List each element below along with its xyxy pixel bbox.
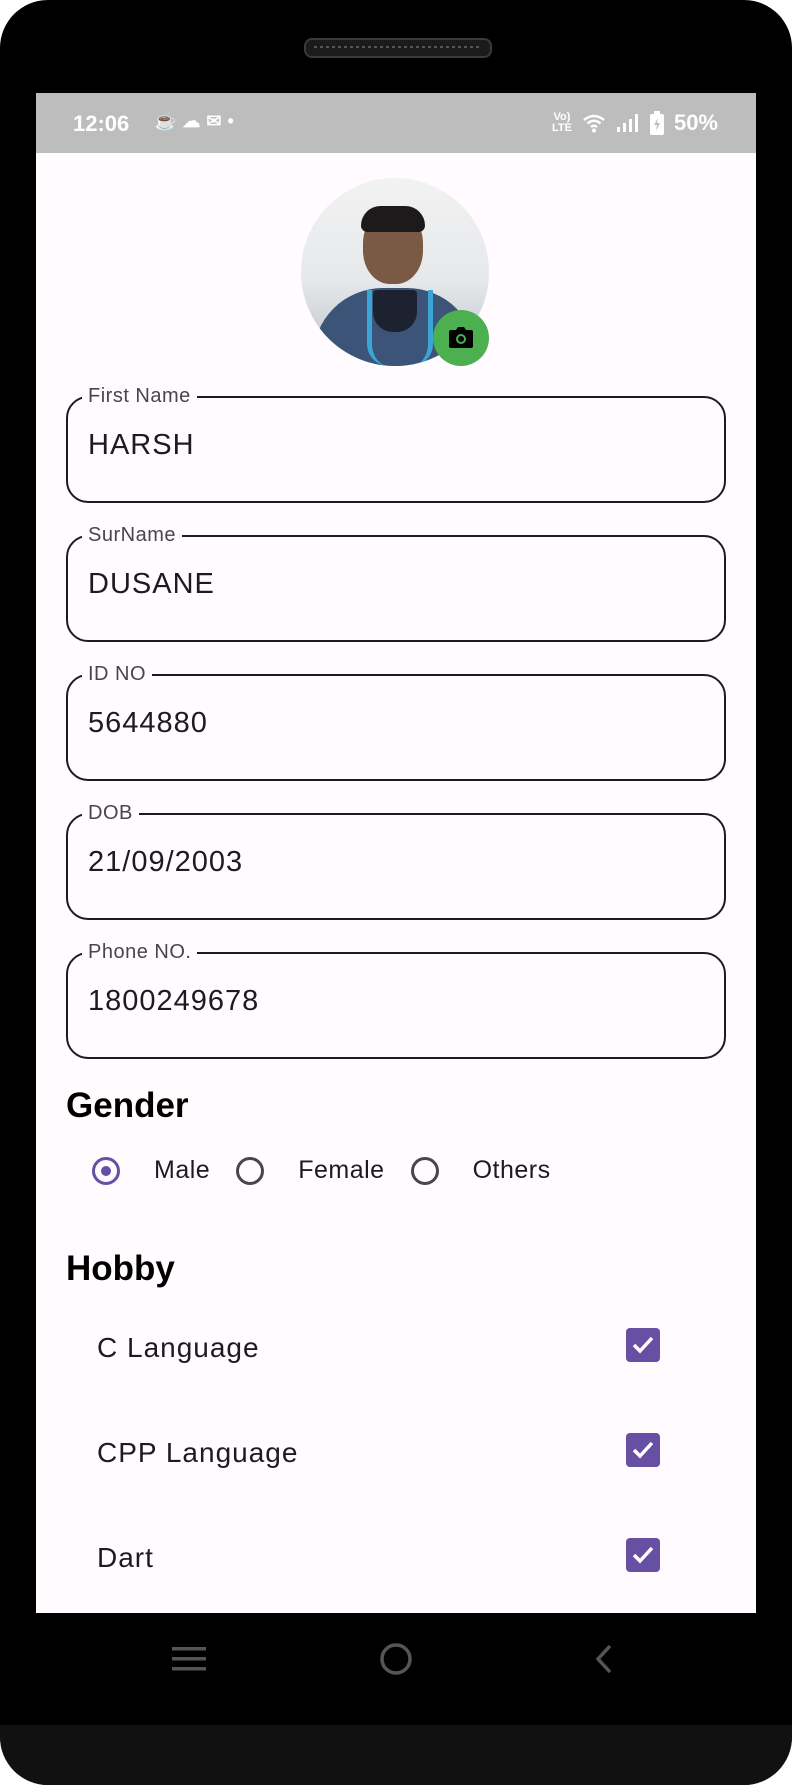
system-navigation-bar [0,1613,792,1703]
dob-label: DOB [88,802,133,824]
battery-percentage: 50% [673,110,718,135]
back-button[interactable] [580,1635,628,1683]
gender-male-label[interactable]: Male [154,1156,210,1185]
notification-message-icon: ✉ [206,111,228,131]
gender-others-radio[interactable] [410,1156,439,1185]
phone-chin [0,1725,792,1785]
dob-value[interactable]: 21/09/2003 [88,846,243,879]
hobby-dart-label: Dart [97,1542,154,1573]
home-icon [380,1643,412,1675]
hobby-c-language-checkbox[interactable] [626,1328,660,1362]
home-button[interactable] [372,1635,420,1683]
hobby-title: Hobby [66,1249,175,1288]
wifi-icon [583,114,605,133]
gender-female-label[interactable]: Female [298,1156,384,1185]
gender-others-label[interactable]: Others [473,1156,551,1185]
gender-radio-group: Male Female Others [92,1156,577,1185]
notification-icons: ☕☁✉• [154,111,240,132]
volte-icon: Vo) LTE [552,112,572,134]
status-right-group: Vo) LTE 50% [552,110,718,136]
hobby-item-dart[interactable]: Dart [36,1528,756,1588]
back-icon [595,1644,612,1674]
status-bar: 12:06 ☕☁✉• Vo) LTE 50% [36,93,756,153]
gender-male-radio[interactable] [92,1156,120,1185]
id-no-label: ID NO [88,663,147,685]
phone-label: Phone NO. [88,941,192,963]
notification-app-icon: ☕ [154,111,183,131]
dob-field[interactable]: DOB 21/09/2003 [66,802,726,920]
change-photo-button[interactable] [433,310,489,366]
phone-value[interactable]: 1800249678 [88,985,259,1018]
notification-cloud-icon: ☁ [182,111,207,131]
checkmark-icon [632,1336,654,1354]
hobby-dart-checkbox[interactable] [626,1538,660,1572]
earpiece-speaker [304,38,492,58]
volte-bottom-text: LTE [551,122,572,134]
gender-title: Gender [66,1086,189,1125]
avatar-lanyard [367,290,433,366]
surname-value[interactable]: DUSANE [88,568,215,601]
status-time: 12:06 [73,111,130,136]
camera-icon [449,327,473,348]
surname-field[interactable]: SurName DUSANE [66,524,726,642]
battery-icon [649,111,664,135]
checkmark-icon [632,1441,654,1459]
phone-field[interactable]: Phone NO. 1800249678 [66,941,726,1059]
first-name-field[interactable]: First Name HARSH [66,385,726,503]
app-screen: 12:06 ☕☁✉• Vo) LTE 50% First Name HARSH … [36,93,756,1613]
hobby-item-cpp-language[interactable]: CPP Language [36,1423,756,1483]
hobby-item-c-language[interactable]: C Language [36,1318,756,1378]
checkmark-icon [632,1546,654,1564]
signal-icon [616,114,638,132]
avatar-hair [361,206,425,232]
gender-female-radio[interactable] [236,1156,265,1185]
first-name-value[interactable]: HARSH [88,429,195,462]
hobby-c-language-label: C Language [97,1332,260,1363]
phone-frame: 12:06 ☕☁✉• Vo) LTE 50% First Name HARSH … [0,0,792,1785]
notification-dot-icon: • [227,111,240,131]
first-name-label: First Name [88,385,191,407]
hobby-cpp-language-checkbox[interactable] [626,1433,660,1467]
id-no-value[interactable]: 5644880 [88,707,208,740]
menu-icon [172,1647,206,1671]
id-no-field[interactable]: ID NO 5644880 [66,663,726,781]
hobby-cpp-language-label: CPP Language [97,1437,299,1468]
recent-apps-button[interactable] [165,1635,213,1683]
surname-label: SurName [88,524,176,546]
